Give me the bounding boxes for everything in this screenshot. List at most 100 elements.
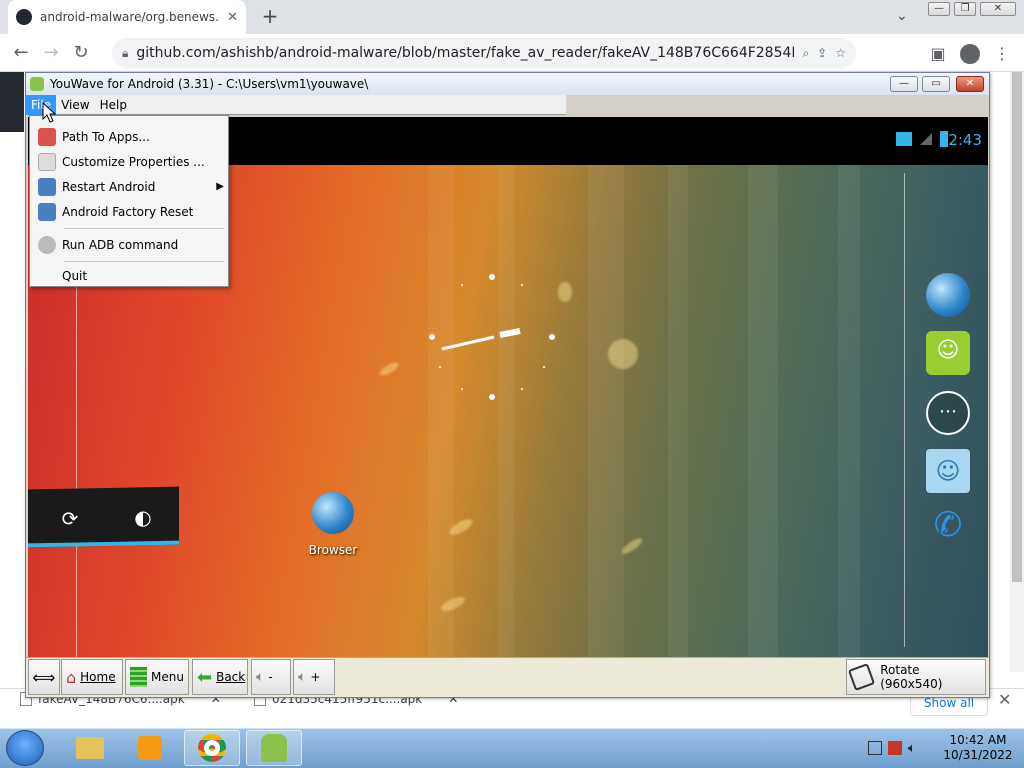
menu-item-restart-android[interactable]: Restart Android ▶: [34, 174, 226, 199]
new-tab-button[interactable]: +: [258, 6, 282, 28]
profile-avatar[interactable]: [958, 42, 982, 66]
taskbar-explorer[interactable]: [62, 730, 118, 766]
back-label: Back: [216, 670, 246, 684]
status-icons: [896, 131, 948, 147]
forward-icon[interactable]: →: [36, 38, 66, 68]
browser-tab[interactable]: android-malware/org.benews.ap ✕: [8, 0, 246, 34]
status-clock: 2:43: [948, 131, 982, 149]
browser-app-label: Browser: [308, 543, 358, 557]
close-downloads-icon[interactable]: ✕: [998, 690, 1011, 709]
volume-tray-icon[interactable]: 🔈︎: [908, 741, 916, 756]
brightness-icon[interactable]: ◐: [131, 505, 155, 529]
clock-time: 10:42 AM: [949, 733, 1007, 747]
menu-item-label: Run ADB command: [62, 237, 179, 252]
app-drawer-icon[interactable]: ⋯: [926, 391, 970, 435]
speaker-icon: 🔈︎: [256, 669, 265, 685]
media-player-icon: [138, 736, 162, 760]
menu-item-quit[interactable]: Quit: [34, 263, 226, 288]
menu-view[interactable]: View: [56, 95, 94, 115]
rotate-device-icon: [847, 663, 876, 691]
github-icon: [16, 9, 32, 25]
taskbar-youwave[interactable]: [246, 730, 302, 766]
page-scrollbar-thumb[interactable]: [1012, 72, 1022, 582]
mouse-cursor-icon: [42, 102, 56, 123]
contacts-icon[interactable]: ☺: [926, 449, 970, 493]
menu-item-run-adb[interactable]: Run ADB command: [34, 232, 226, 257]
signal-icon: [920, 133, 932, 145]
wallpaper-bokeh: [558, 282, 572, 302]
taskbar-media-player[interactable]: [122, 730, 178, 766]
android-icon: [261, 734, 287, 762]
home-button[interactable]: ⌂ Home: [61, 659, 123, 695]
menu-item-customize-properties[interactable]: Customize Properties ...: [34, 149, 226, 174]
home-icon: ⌂: [66, 667, 77, 687]
browser-app-icon[interactable]: [312, 492, 354, 534]
menu-item-path-to-apps[interactable]: Path To Apps...: [34, 124, 226, 149]
share-icon[interactable]: ⇪: [817, 46, 827, 60]
menu-item-factory-reset[interactable]: Android Factory Reset: [34, 199, 226, 224]
network-icon: [896, 132, 912, 146]
back-button[interactable]: ⬅ Back: [192, 659, 248, 695]
submenu-arrow-icon: ▶: [216, 181, 224, 192]
wallpaper-bokeh: [377, 360, 401, 378]
home-label: Home: [80, 670, 116, 684]
resize-button[interactable]: ⟺: [28, 659, 60, 695]
menu-lines-icon: [130, 667, 148, 687]
action-center-icon[interactable]: [888, 741, 902, 755]
menu-help[interactable]: Help: [95, 95, 132, 115]
clock-date: 10/31/2022: [943, 748, 1013, 762]
volume-up-button[interactable]: 🔈︎ +: [293, 659, 335, 695]
restore-button[interactable]: ❐: [954, 2, 976, 16]
clock-widget[interactable]: [424, 269, 560, 405]
gear-icon: [38, 235, 56, 254]
back-icon[interactable]: ←: [6, 38, 36, 68]
menu-button[interactable]: Menu: [125, 659, 189, 695]
tab-search-icon[interactable]: ⌄: [896, 8, 908, 24]
start-button[interactable]: [6, 730, 44, 766]
rotate-label: Rotate (960x540): [880, 663, 943, 691]
menu-item-label: Android Factory Reset: [62, 204, 194, 219]
close-tab-icon[interactable]: ✕: [227, 10, 238, 25]
wallpaper-bokeh: [608, 339, 638, 369]
yw-maximize-button[interactable]: ▭: [922, 76, 950, 92]
wallpaper-streak: [498, 165, 514, 657]
folder-icon: [76, 737, 104, 759]
blank-icon: [38, 267, 56, 285]
phone-icon[interactable]: ✆: [926, 503, 970, 547]
minimize-button[interactable]: —: [928, 2, 950, 16]
speaker-icon: 🔈︎: [298, 669, 307, 685]
tab-title: android-malware/org.benews.ap: [40, 10, 220, 24]
rotate-sync-icon[interactable]: ⟳: [58, 506, 82, 530]
address-bar[interactable]: 🔒︎ github.com/ashishb/android-malware/bl…: [112, 38, 856, 68]
volume-down-label: -: [268, 670, 273, 684]
url-text: github.com/ashishb/android-malware/blob/…: [136, 45, 795, 61]
menu-item-label: Path To Apps...: [62, 129, 150, 144]
rotate-button[interactable]: Rotate (960x540): [846, 659, 986, 695]
side-panel-icon[interactable]: ▣: [926, 42, 950, 66]
chrome-icon: [198, 734, 226, 762]
yw-minimize-button[interactable]: —: [890, 76, 918, 92]
screen-edge-line: [904, 173, 905, 647]
menu-label: Menu: [151, 670, 184, 684]
search-icon[interactable]: ⌕: [802, 46, 809, 61]
close-button[interactable]: ✕: [980, 2, 1016, 16]
lock-icon: 🔒︎: [122, 45, 129, 60]
messaging-icon[interactable]: ☺: [926, 331, 970, 375]
volume-down-button[interactable]: 🔈︎ -: [251, 659, 291, 695]
wallpaper-streak: [588, 165, 624, 657]
menu-item-label: Restart Android: [62, 179, 156, 194]
taskbar-chrome[interactable]: [184, 730, 240, 766]
yw-close-button[interactable]: ✕: [956, 76, 984, 92]
battery-icon: [940, 131, 948, 147]
menubar: File View Help: [26, 94, 566, 115]
reload-icon[interactable]: ↻: [66, 38, 96, 68]
folder-icon: [38, 127, 56, 146]
taskbar-clock[interactable]: 10:42 AM 10/31/2022: [938, 733, 1018, 763]
wallpaper-streak: [838, 165, 860, 657]
menu-kebab-icon[interactable]: ⋮: [990, 42, 1014, 66]
network-tray-icon[interactable]: [868, 741, 882, 755]
android-icon: [30, 77, 44, 91]
bookmark-star-icon[interactable]: ☆: [835, 46, 846, 60]
browser-dock-icon[interactable]: [926, 273, 970, 317]
youwave-titlebar[interactable]: YouWave for Android (3.31) - C:\Users\vm…: [26, 73, 989, 95]
